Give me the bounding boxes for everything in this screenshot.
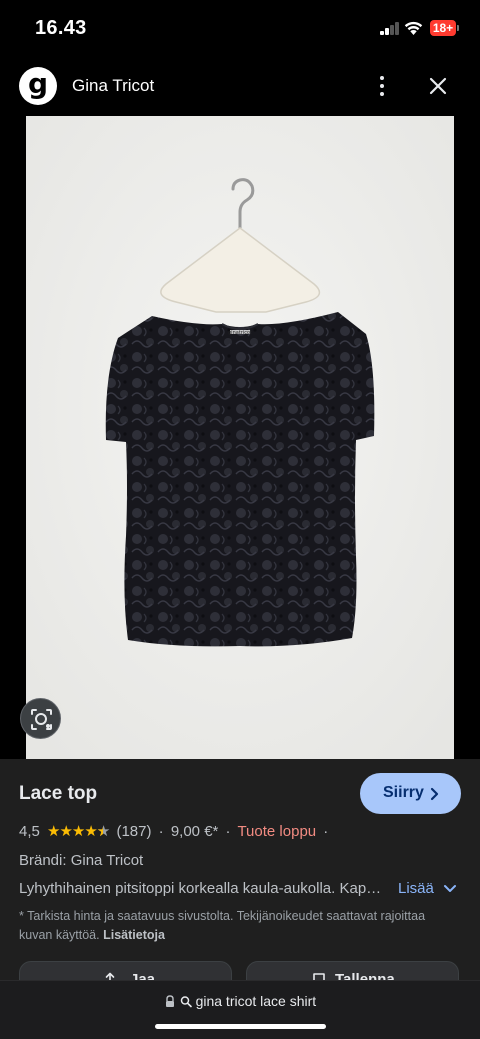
stock-status: Tuote loppu xyxy=(237,823,317,840)
product-title: Lace top xyxy=(19,783,98,804)
chevron-down-icon[interactable] xyxy=(443,883,457,895)
status-bar: 16.43 18+ xyxy=(0,0,480,58)
lock-icon xyxy=(165,995,174,1007)
rating-value: 4,5 xyxy=(19,823,40,840)
more-options-icon[interactable] xyxy=(372,74,392,98)
visit-button[interactable]: Siirry xyxy=(360,773,461,814)
more-link[interactable]: Lisää xyxy=(398,880,434,897)
source-header: g Gina Tricot xyxy=(0,58,480,116)
chevron-right-icon xyxy=(430,787,439,801)
cellular-signal-icon xyxy=(380,22,401,35)
url-text: gina tricot lace shirt xyxy=(195,993,317,1009)
lens-search-button[interactable] xyxy=(20,698,61,739)
review-count: (187) xyxy=(116,823,152,840)
site-name[interactable]: Gina Tricot xyxy=(72,76,154,96)
url-bar[interactable]: gina tricot lace shirt xyxy=(0,980,480,1039)
image-viewer: ginatricot xyxy=(0,116,480,759)
disclaimer: * Tarkista hinta ja saatavuus sivustolta… xyxy=(19,909,426,942)
close-icon[interactable] xyxy=(426,74,450,98)
separator: · xyxy=(323,823,329,840)
address-field[interactable]: gina tricot lace shirt xyxy=(0,993,480,1009)
battery-cap xyxy=(457,25,459,31)
search-icon xyxy=(180,996,192,1008)
star-rating-icon: ★★★★★ xyxy=(47,822,110,840)
status-time: 16.43 xyxy=(35,17,87,39)
separator: · xyxy=(158,823,164,840)
home-indicator[interactable] xyxy=(155,1024,326,1029)
product-image[interactable]: ginatricot xyxy=(26,116,454,759)
brand-text: Brändi: Gina Tricot xyxy=(19,852,144,869)
lace-top-illustration: ginatricot xyxy=(26,116,454,759)
lens-icon xyxy=(31,709,52,730)
rating-row: 4,5 ★★★★★ (187) · 9,00 €* · Tuote loppu … xyxy=(19,822,331,840)
visit-button-label: Siirry xyxy=(383,784,424,801)
garment-tag: ginatricot xyxy=(228,330,252,336)
separator: · xyxy=(225,823,231,840)
battery-indicator: 18+ xyxy=(430,20,456,36)
product-description: Lyhythihainen pitsitoppi korkealla kaula… xyxy=(19,880,384,897)
price: 9,00 €* xyxy=(170,823,219,840)
site-logo[interactable]: g xyxy=(19,67,57,105)
learn-more-link[interactable]: Lisätietoja xyxy=(103,928,165,942)
wifi-icon xyxy=(404,21,423,35)
